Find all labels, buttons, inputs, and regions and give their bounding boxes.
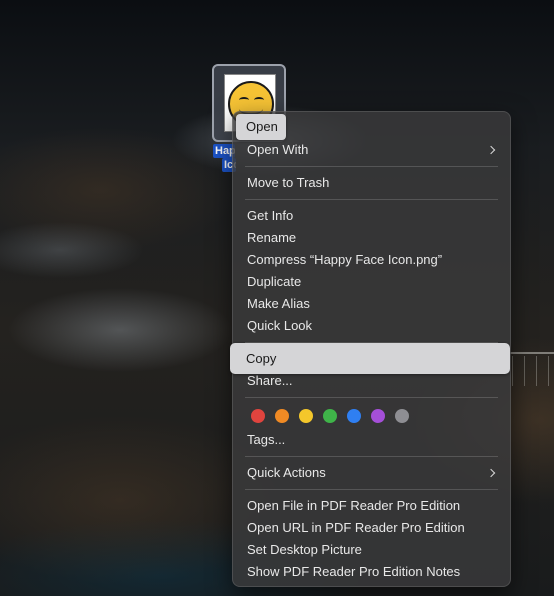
menu-item-open-url-pdf[interactable]: Open URL in PDF Reader Pro Edition (233, 517, 510, 539)
menu-item-rename[interactable]: Rename (233, 227, 510, 249)
orange-tag-icon[interactable] (275, 409, 289, 423)
menu-item-label: Open With (247, 142, 309, 157)
bridge-decoration (524, 356, 525, 386)
gray-tag-icon[interactable] (395, 409, 409, 423)
menu-item-quick-actions[interactable]: Quick Actions (233, 462, 510, 484)
menu-item-quick-look[interactable]: Quick Look (233, 315, 510, 337)
menu-item-label: Quick Actions (247, 465, 326, 480)
chevron-right-icon (486, 468, 496, 478)
bridge-decoration (536, 356, 537, 386)
menu-separator (245, 489, 498, 490)
purple-tag-icon[interactable] (371, 409, 385, 423)
menu-item-set-desktop-picture[interactable]: Set Desktop Picture (233, 539, 510, 561)
menu-item-copy[interactable]: Copy (230, 343, 510, 374)
chevron-right-icon (486, 145, 496, 155)
red-tag-icon[interactable] (251, 409, 265, 423)
menu-separator (245, 199, 498, 200)
menu-item-make-alias[interactable]: Make Alias (233, 293, 510, 315)
menu-item-move-to-trash[interactable]: Move to Trash (233, 172, 510, 194)
menu-item-tags[interactable]: Tags... (233, 429, 510, 451)
menu-item-open[interactable]: Open (236, 114, 286, 140)
bridge-decoration (506, 352, 554, 386)
menu-item-show-pdf-notes[interactable]: Show PDF Reader Pro Edition Notes (233, 561, 510, 583)
menu-item-compress[interactable]: Compress “Happy Face Icon.png” (233, 249, 510, 271)
menu-item-duplicate[interactable]: Duplicate (233, 271, 510, 293)
blue-tag-icon[interactable] (347, 409, 361, 423)
bridge-decoration (512, 356, 513, 386)
menu-item-get-info[interactable]: Get Info (233, 205, 510, 227)
menu-separator (245, 397, 498, 398)
menu-separator (245, 166, 498, 167)
tag-color-row (233, 403, 510, 429)
menu-separator (245, 456, 498, 457)
menu-item-open-with[interactable]: Open With (233, 139, 510, 161)
green-tag-icon[interactable] (323, 409, 337, 423)
yellow-tag-icon[interactable] (299, 409, 313, 423)
bridge-decoration (548, 356, 549, 386)
menu-item-open-file-pdf[interactable]: Open File in PDF Reader Pro Edition (233, 495, 510, 517)
